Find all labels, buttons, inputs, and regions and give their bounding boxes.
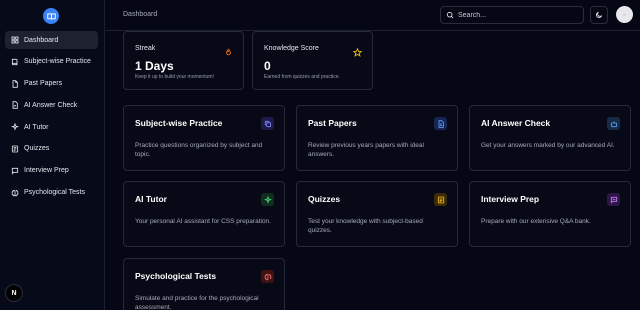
sidebar-item-interview-prep[interactable]: Interview Prep bbox=[5, 162, 98, 180]
card-title: AI Answer Check bbox=[481, 118, 551, 128]
sidebar-item-quizzes[interactable]: Quizzes bbox=[5, 140, 98, 158]
knowledge-score-card: Knowledge Score 0 Earned from quizzes an… bbox=[252, 31, 373, 90]
card-description: Practice questions organized by subject … bbox=[135, 142, 263, 158]
card-title: Interview Prep bbox=[481, 194, 540, 204]
card-description: Your personal AI assistant for CSS prepa… bbox=[135, 218, 271, 225]
card-quizzes[interactable]: Quizzes Test your knowledge with subject… bbox=[296, 181, 458, 247]
bot-icon bbox=[607, 117, 620, 130]
card-subject-wise-practice[interactable]: Subject-wise Practice Practice questions… bbox=[123, 105, 285, 171]
card-description: Simulate and practice for the psychologi… bbox=[135, 295, 259, 310]
card-psychological-tests[interactable]: Psychological Tests Simulate and practic… bbox=[123, 258, 285, 310]
chat-icon bbox=[607, 193, 620, 206]
star-icon bbox=[352, 44, 363, 57]
sidebar: Dashboard Subject-wise Practice Past Pap… bbox=[0, 0, 105, 310]
file-icon bbox=[11, 79, 19, 88]
search-box[interactable] bbox=[440, 6, 584, 24]
sidebar-item-label: AI Answer Check bbox=[24, 101, 78, 109]
brain-icon bbox=[261, 270, 274, 283]
streak-title: Streak bbox=[135, 45, 156, 52]
breadcrumb: Dashboard bbox=[123, 11, 158, 18]
card-interview-prep[interactable]: Interview Prep Prepare with our extensiv… bbox=[469, 181, 631, 247]
card-title: Psychological Tests bbox=[135, 271, 217, 281]
theme-toggle-button[interactable] bbox=[590, 6, 608, 24]
streak-value: 1 Days bbox=[135, 59, 174, 73]
sparkle-icon bbox=[261, 193, 274, 206]
card-description: Review previous years papers with ideal … bbox=[308, 142, 424, 158]
card-title: Subject-wise Practice bbox=[135, 118, 223, 128]
knowledge-score-subtext: Earned from quizzes and practice. bbox=[264, 74, 340, 80]
sidebar-item-dashboard[interactable]: Dashboard bbox=[5, 31, 98, 49]
sidebar-item-label: AI Tutor bbox=[24, 123, 49, 131]
list-icon bbox=[11, 145, 19, 153]
card-ai-tutor[interactable]: AI Tutor Your personal AI assistant for … bbox=[123, 181, 285, 247]
card-title: Quizzes bbox=[308, 194, 341, 204]
sidebar-nav: Dashboard Subject-wise Practice Past Pap… bbox=[5, 31, 98, 205]
sidebar-item-label: Subject-wise Practice bbox=[24, 58, 91, 66]
sidebar-item-ai-answer-check[interactable]: AI Answer Check bbox=[5, 96, 98, 114]
card-title: AI Tutor bbox=[135, 194, 167, 204]
top-bar: Dashboard ◦◦ bbox=[106, 0, 640, 31]
book-icon bbox=[11, 58, 19, 66]
chat-icon bbox=[11, 167, 19, 175]
search-input[interactable] bbox=[458, 11, 578, 19]
sidebar-item-label: Quizzes bbox=[24, 145, 50, 153]
sidebar-item-ai-tutor[interactable]: AI Tutor bbox=[5, 118, 98, 136]
copy-icon bbox=[261, 117, 274, 130]
sidebar-item-label: Psychological Tests bbox=[24, 189, 85, 197]
knowledge-score-value: 0 bbox=[264, 59, 271, 73]
sidebar-item-label: Interview Prep bbox=[24, 167, 69, 175]
card-past-papers[interactable]: Past Papers Review previous years papers… bbox=[296, 105, 458, 171]
avatar[interactable]: ◦◦ bbox=[616, 6, 633, 23]
card-description: Prepare with our extensive Q&A bank. bbox=[481, 218, 591, 225]
sidebar-item-label: Dashboard bbox=[24, 36, 59, 44]
sparkle-icon bbox=[11, 123, 19, 131]
card-title: Past Papers bbox=[308, 118, 357, 128]
search-icon bbox=[446, 11, 454, 19]
knowledge-score-title: Knowledge Score bbox=[264, 45, 319, 52]
streak-subtext: Keep it up to build your momentum! bbox=[135, 74, 214, 80]
next-badge[interactable]: N bbox=[5, 284, 23, 302]
book-logo-icon[interactable] bbox=[43, 8, 59, 24]
brain-icon bbox=[11, 189, 19, 197]
card-description: Test your knowledge with subject-based q… bbox=[308, 218, 423, 234]
sidebar-item-psychological-tests[interactable]: Psychological Tests bbox=[5, 184, 98, 202]
card-description: Get your answers marked by our advanced … bbox=[481, 142, 615, 149]
sidebar-item-past-papers[interactable]: Past Papers bbox=[5, 75, 98, 93]
sidebar-item-label: Past Papers bbox=[24, 80, 63, 88]
streak-card: Streak 1 Days Keep it up to build your m… bbox=[123, 31, 244, 90]
check-file-icon bbox=[11, 101, 19, 110]
moon-icon bbox=[596, 11, 603, 18]
grid-icon bbox=[11, 36, 19, 44]
card-ai-answer-check[interactable]: AI Answer Check Get your answers marked … bbox=[469, 105, 631, 171]
sidebar-item-subject-wise-practice[interactable]: Subject-wise Practice bbox=[5, 53, 98, 71]
quiz-icon bbox=[434, 193, 447, 206]
flame-icon bbox=[224, 44, 233, 56]
document-icon bbox=[434, 117, 447, 130]
